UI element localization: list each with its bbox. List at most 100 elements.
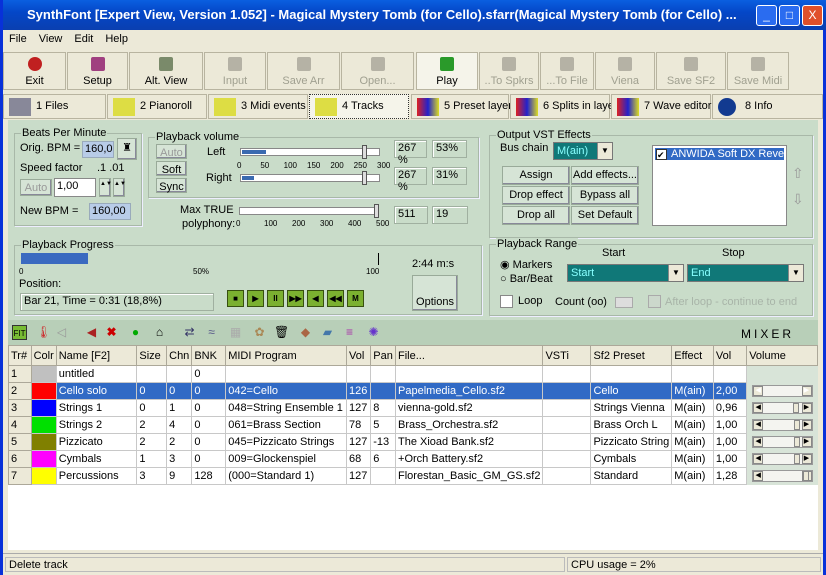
scroll-right-arrow-icon[interactable]: ▶ [801,420,812,430]
trash-icon[interactable]: 🗑 [274,325,289,340]
setup-button[interactable]: Setup [67,52,128,90]
open-button[interactable]: Open... [341,52,414,90]
cell-gain[interactable]: 0,96 [712,399,748,417]
maximize-button[interactable]: □ [779,5,800,26]
effect-item[interactable]: ✔ ANWIDA Soft DX Reve [655,148,784,160]
cell-sf2-preset[interactable] [590,365,673,383]
cell-bank[interactable]: 0 [191,416,227,434]
move-down-arrow-icon[interactable]: ⇩ [792,191,804,208]
speed-spinner-fine[interactable]: ▲▼ [113,178,126,197]
scroll-right-arrow-icon[interactable]: ▶ [801,437,812,447]
cell-midi-program[interactable]: 045=Pizzicato Strings [225,433,348,451]
scroll-left-arrow-icon[interactable]: ◀ [753,437,764,447]
stack-icon[interactable]: ≡ [342,325,357,340]
play-button[interactable]: Play [416,52,478,90]
options-button[interactable]: Options [412,275,458,311]
column-header-pan[interactable]: Pan [370,345,397,366]
cell-volume[interactable]: 127 [346,467,372,485]
markers-radio[interactable]: ◉ Markers [500,258,552,271]
alt-view-button[interactable]: Alt. View [129,52,203,90]
settings-icon[interactable]: ✿ [252,325,267,340]
cell-channel[interactable]: 2 [166,433,193,451]
tab-info[interactable]: 8 Info [712,94,823,119]
cell-effect[interactable]: M(ain) [671,416,714,434]
tab-pianoroll[interactable]: 2 Pianoroll [107,94,207,119]
cell-size[interactable]: 1 [136,450,168,468]
polyphony-slider[interactable] [239,204,379,218]
speed-auto-button[interactable]: Auto [20,179,52,196]
save-sf2-button[interactable]: Save SF2 [656,52,726,90]
scroll-thumb[interactable] [792,403,799,413]
cell-gain[interactable]: 2,00 [712,382,748,400]
scroll-right-arrow-icon[interactable]: ▶ [801,403,812,413]
mute-icon[interactable]: ◀ [84,325,99,340]
cell-effect[interactable]: M(ain) [671,467,714,485]
cell-pan[interactable] [370,382,397,400]
range-stop-select[interactable]: End ▼ [687,264,804,282]
cell-pan[interactable] [370,365,397,383]
cell-volume[interactable]: 78 [346,416,372,434]
table-row[interactable]: 3 Strings 1 0 1 0 048=String Ensemble 1 127 8 vi… [8,399,818,417]
menu-help[interactable]: Help [99,30,134,45]
cell-name[interactable]: Cello solo [55,382,138,400]
volume-auto-button[interactable]: Auto [156,144,187,159]
grid-icon[interactable]: ▦ [228,325,243,340]
left-volume-slider[interactable] [240,145,380,159]
slider-thumb[interactable] [361,145,367,159]
back-button[interactable]: ◀ [307,290,324,307]
cell-effect[interactable]: M(ain) [671,450,714,468]
cell-channel[interactable]: 4 [166,416,193,434]
cell-track-number[interactable]: 4 [8,416,32,434]
cell-volume[interactable]: 127 [346,399,372,417]
cell-color[interactable] [30,450,57,468]
bus-chain-select[interactable]: M(ain) ▼ [553,142,613,160]
cell-pan[interactable]: 6 [370,450,397,468]
cell-name[interactable]: untitled [55,365,138,383]
cell-size[interactable]: 0 [136,399,168,417]
cell-gain[interactable]: 1,28 [712,467,748,485]
cell-color[interactable] [30,382,57,400]
drop-all-button[interactable]: Drop all [502,206,570,225]
column-header-midi-program[interactable]: MIDI Program [225,345,348,366]
cell-sf2-preset[interactable]: Cello [590,382,673,400]
stop-button[interactable]: ■ [227,290,244,307]
cell-channel[interactable]: 1 [166,399,193,417]
right-volume-slider[interactable] [240,171,380,185]
cell-file[interactable] [395,365,544,383]
cell-volume[interactable]: 127 [346,433,372,451]
tool-icon[interactable]: ◆ [298,325,313,340]
cell-name[interactable]: Strings 2 [55,416,138,434]
column-header-vsti[interactable]: VSTi [542,345,592,366]
cell-size[interactable] [136,365,168,383]
cell-channel[interactable]: 0 [166,382,193,400]
table-row[interactable]: 2 Cello solo 0 0 0 042=Cello 126 Papelmedia_Cel… [8,382,818,400]
scroll-right-arrow-icon[interactable]: ▶ [801,454,812,464]
range-start-select[interactable]: Start ▼ [567,264,684,282]
cell-color[interactable] [30,433,57,451]
column-header-volume[interactable]: Vol [346,345,372,366]
play-from-button[interactable]: ▶ [247,290,264,307]
scroll-left-arrow-icon[interactable]: ◀ [753,403,764,413]
cell-track-number[interactable]: 5 [8,433,32,451]
slider-thumb[interactable] [361,171,367,185]
tab-midi-events[interactable]: 3 Midi events [208,94,308,119]
tab-preset-layers[interactable]: 5 Preset layers [411,94,517,119]
cell-track-number[interactable]: 6 [8,450,32,468]
speed-factor-input[interactable]: 1,00 [54,178,96,197]
speaker-icon[interactable]: ◁ [54,325,69,340]
cell-sf2-preset[interactable]: Cymbals [590,450,673,468]
table-row[interactable]: 6 Cymbals 1 3 0 009=Glockenspiel 68 6 +Orch Batt… [8,450,818,468]
column-header-track-number[interactable]: Tr# [8,345,32,366]
viena-button[interactable]: Viena [595,52,655,90]
column-header-volume-slider[interactable]: Volume [746,345,818,366]
menu-file[interactable]: File [3,30,33,45]
cell-bank[interactable]: 0 [191,382,227,400]
cell-track-number[interactable]: 7 [8,467,32,485]
bar-beat-radio[interactable]: ○ Bar/Beat [500,273,553,285]
cell-file[interactable]: +Orch Battery.sf2 [395,450,544,468]
cell-gain[interactable] [712,365,748,383]
table-row[interactable]: 5 Pizzicato 2 2 0 045=Pizzicato Strings 127 -13… [8,433,818,451]
cell-name[interactable]: Cymbals [55,450,138,468]
cell-volume[interactable]: 68 [346,450,372,468]
column-header-sf2-preset[interactable]: Sf2 Preset [590,345,673,366]
